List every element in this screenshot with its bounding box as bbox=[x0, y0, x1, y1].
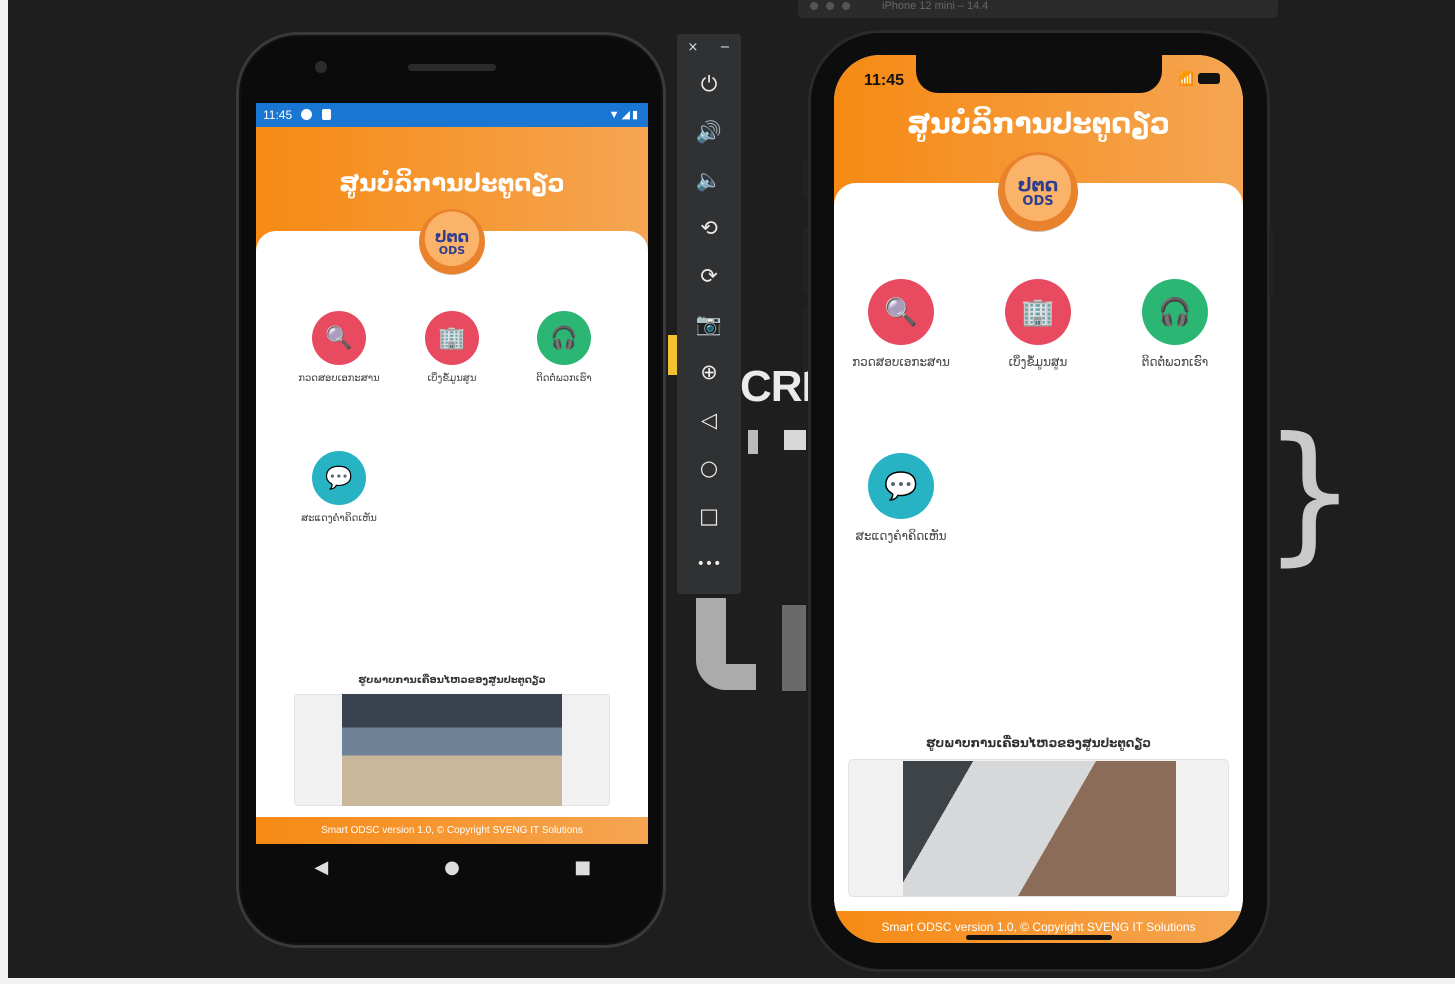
sync-icon bbox=[301, 109, 313, 120]
photo-caption: ຮູບພາບການເຄື່ອນໄຫວຂອງສູນປະຕູດຽວ bbox=[926, 736, 1151, 750]
desktop-edge-bottom bbox=[0, 978, 1455, 984]
support-agent-icon: 🎧 bbox=[1142, 279, 1208, 345]
zoom-icon[interactable]: ⊕ bbox=[691, 356, 727, 388]
volume-down-icon[interactable]: 🔈 bbox=[691, 164, 727, 196]
building-icon: 🏢 bbox=[1005, 279, 1071, 345]
rotate-right-icon[interactable]: ⟳ bbox=[691, 260, 727, 292]
photo-caption: ຮູບພາບການເຄື່ອນໄຫວຂອງສູນປະຕູດຽວ bbox=[358, 675, 546, 686]
tile-label: ກວດສອບເອກະສານ bbox=[852, 355, 950, 369]
logo-text-lao: ປຕດ bbox=[1017, 174, 1059, 196]
android-nav-bar: ◀ ● ■ bbox=[256, 844, 648, 890]
minimize-icon[interactable]: − bbox=[720, 40, 731, 55]
feedback-icon: 💬 bbox=[312, 451, 366, 505]
wallpaper-shape bbox=[784, 430, 806, 450]
tile-label: ສະແດງຄຳຄິດເຫັນ bbox=[855, 529, 947, 543]
building-icon: 🏢 bbox=[425, 311, 479, 365]
tile-label: ສະແດງຄຳຄິດເຫັນ bbox=[301, 513, 377, 524]
desktop-edge bbox=[0, 0, 8, 984]
tile-contact-us[interactable]: 🎧 ຕິດຕໍ່ພວກເຮົາ bbox=[514, 311, 614, 384]
overview-icon[interactable]: □ bbox=[691, 500, 727, 532]
simulator-titlebar: iPhone 12 mini – 14.4 bbox=[798, 0, 1278, 18]
logo-text-ods: ODS bbox=[438, 243, 466, 257]
nav-home-button[interactable]: ● bbox=[432, 857, 472, 878]
tile-view-center-info[interactable]: 🏢 ເບິ່ງຂໍ້ມູນສູນ bbox=[402, 311, 502, 384]
wifi-icon: 📶 bbox=[1178, 72, 1195, 87]
camera-icon[interactable]: 📷 bbox=[691, 308, 727, 340]
status-right-icons: 📶 bbox=[1178, 72, 1221, 87]
volume-up-side-button bbox=[803, 228, 808, 294]
simulator-title: iPhone 12 mini – 14.4 bbox=[882, 0, 989, 12]
tile-label: ເບິ່ງຂໍ້ມູນສູນ bbox=[1008, 355, 1068, 369]
wallpaper-brace: } bbox=[1262, 406, 1358, 580]
document-search-icon: 🔍 bbox=[312, 311, 366, 365]
logo-text-ods: ODS bbox=[1022, 194, 1054, 209]
earpiece-speaker bbox=[408, 64, 496, 71]
tile-label: ເບິ່ງຂໍ້ມູນສູນ bbox=[427, 373, 477, 384]
power-side-button bbox=[1269, 228, 1274, 296]
volume-down-side-button bbox=[803, 306, 808, 372]
emulator-toolbar: × − ⏻ 🔊 🔈 ⟲ ⟳ 📷 ⊕ ◁ ○ □ ••• bbox=[677, 34, 741, 594]
iphone-notch bbox=[916, 55, 1162, 93]
tile-feedback[interactable]: 💬 ສະແດງຄຳຄິດເຫັນ bbox=[289, 451, 389, 524]
tile-label: ຕິດຕໍ່ພວກເຮົາ bbox=[1141, 355, 1209, 369]
logo-text-lao: ປຕດ bbox=[434, 226, 470, 246]
rotate-left-icon[interactable]: ⟲ bbox=[691, 212, 727, 244]
back-icon[interactable]: ◁ bbox=[691, 404, 727, 436]
wallpaper-shape bbox=[696, 598, 756, 690]
battery-icon bbox=[1198, 73, 1221, 84]
sdcard-icon bbox=[321, 109, 331, 120]
tile-contact-us[interactable]: 🎧 ຕິດຕໍ່ພວກເຮົາ bbox=[1110, 279, 1240, 369]
tile-view-center-info[interactable]: 🏢 ເບິ່ງຂໍ້ມູນສູນ bbox=[973, 279, 1103, 369]
android-status-bar: 11:45 ▼◢▮ bbox=[256, 103, 648, 127]
nav-back-button[interactable]: ◀ bbox=[301, 857, 341, 878]
feedback-icon: 💬 bbox=[868, 453, 934, 519]
wallpaper-shape bbox=[782, 605, 806, 691]
status-time: 11:45 bbox=[263, 108, 293, 122]
more-icon[interactable]: ••• bbox=[691, 548, 727, 580]
ods-logo: ປຕດ ODS bbox=[419, 209, 485, 275]
activity-photo bbox=[903, 761, 1176, 896]
tile-check-documents[interactable]: 🔍 ກວດສອບເອກະສານ bbox=[289, 311, 389, 384]
android-screen: 11:45 ▼◢▮ ສູນບໍລິການປະຕູດຽວ ປຕດ ODS 🔍 ກວ… bbox=[256, 103, 648, 844]
window-controls[interactable] bbox=[810, 1, 870, 10]
home-indicator[interactable] bbox=[966, 935, 1112, 940]
close-icon[interactable]: × bbox=[688, 40, 699, 55]
tile-label: ຕິດຕໍ່ພວກເຮົາ bbox=[536, 373, 592, 384]
mute-switch bbox=[803, 158, 808, 198]
app-title: ສູນບໍລິການປະຕູດຽວ bbox=[339, 169, 565, 197]
home-icon[interactable]: ○ bbox=[691, 452, 727, 484]
volume-up-icon[interactable]: 🔊 bbox=[691, 116, 727, 148]
activity-photo bbox=[342, 694, 562, 806]
app-title: ສູນບໍລິການປະຕູດຽວ bbox=[907, 107, 1170, 140]
power-icon[interactable]: ⏻ bbox=[691, 68, 727, 100]
tile-check-documents[interactable]: 🔍 ກວດສອບເອກະສານ bbox=[836, 279, 966, 369]
document-search-icon: 🔍 bbox=[868, 279, 934, 345]
wallpaper-shape bbox=[748, 430, 758, 454]
support-agent-icon: 🎧 bbox=[537, 311, 591, 365]
nav-recent-button[interactable]: ■ bbox=[563, 857, 603, 878]
status-time: 11:45 bbox=[864, 72, 905, 89]
tile-label: ກວດສອບເອກະສານ bbox=[298, 373, 380, 384]
app-footer: Smart ODSC version 1.0, © Copyright SVEN… bbox=[256, 817, 648, 844]
ods-logo: ປຕດ ODS bbox=[998, 152, 1078, 232]
iphone-screen: 11:45 📶 ສູນບໍລິການປະຕູດຽວ ປຕດ ODS 🔍 ກວດສ… bbox=[834, 55, 1243, 943]
status-right-icons: ▼◢▮ bbox=[608, 109, 640, 121]
tile-feedback[interactable]: 💬 ສະແດງຄຳຄິດເຫັນ bbox=[836, 453, 966, 543]
front-camera bbox=[315, 61, 327, 73]
